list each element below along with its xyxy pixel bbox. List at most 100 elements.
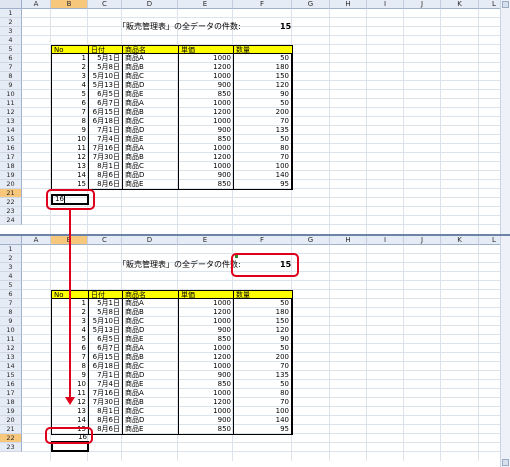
gridline <box>478 9 479 234</box>
row-header-9[interactable]: 9 <box>0 81 22 90</box>
row-header-2[interactable]: 2 <box>0 254 22 263</box>
summary-title: 「販売管理表」の全データの件数: <box>118 22 241 31</box>
row-header-9[interactable]: 9 <box>0 317 22 326</box>
column-header-b[interactable]: B <box>51 0 88 9</box>
column-header-j[interactable]: J <box>404 0 441 9</box>
row-header-22[interactable]: 22 <box>0 198 22 207</box>
row-header-12[interactable]: 12 <box>0 344 22 353</box>
row-header-18[interactable]: 18 <box>0 398 22 407</box>
vertical-scrollbar-top[interactable] <box>500 0 510 234</box>
column-header-c[interactable]: C <box>88 236 122 245</box>
gridline <box>403 9 404 234</box>
select-all-corner[interactable] <box>0 0 22 9</box>
arrow-head-icon <box>65 397 75 405</box>
gridline <box>22 451 500 452</box>
gridline <box>366 245 367 461</box>
annotation-arrow <box>69 210 71 398</box>
row-header-3[interactable]: 3 <box>0 263 22 272</box>
row-header-19[interactable]: 19 <box>0 407 22 416</box>
row-header-15[interactable]: 15 <box>0 135 22 144</box>
top-pane: ABCDEFGHIJKL 1 2 3 4 5 6 7 8 9 10 11 12 13 14 15 16 17 18… <box>0 0 510 234</box>
row-header-14[interactable]: 14 <box>0 126 22 135</box>
column-header-a[interactable]: A <box>22 236 51 245</box>
column-header-f[interactable]: F <box>233 0 292 9</box>
column-header-k[interactable]: K <box>441 236 479 245</box>
row-header-7[interactable]: 7 <box>0 299 22 308</box>
row-header-21[interactable]: 21 <box>0 189 22 198</box>
column-header-d[interactable]: D <box>122 236 178 245</box>
column-header-d[interactable]: D <box>122 0 178 9</box>
column-header-g[interactable]: G <box>292 236 330 245</box>
gridline <box>329 245 330 461</box>
row-header-6[interactable]: 6 <box>0 54 22 63</box>
row-header-3[interactable]: 3 <box>0 27 22 36</box>
row-header-22[interactable]: 22 <box>0 434 22 443</box>
row-header-13[interactable]: 13 <box>0 117 22 126</box>
row-header-4[interactable]: 4 <box>0 36 22 45</box>
row-header-7[interactable]: 7 <box>0 63 22 72</box>
scroll-up-icon[interactable] <box>502 1 509 8</box>
bottom-pane: ABCDEFGHIJKL 123456789101112131415161718… <box>0 236 510 467</box>
row-header-4[interactable]: 4 <box>0 272 22 281</box>
annotation-input-highlight <box>46 189 95 210</box>
row-header-11[interactable]: 11 <box>0 99 22 108</box>
row-header-18[interactable]: 18 <box>0 162 22 171</box>
row-header-10[interactable]: 10 <box>0 90 22 99</box>
row-header-2[interactable]: 2 <box>0 18 22 27</box>
gridline <box>22 280 500 281</box>
gridline <box>22 442 500 443</box>
row-header-5[interactable]: 5 <box>0 45 22 54</box>
row-header-11[interactable]: 11 <box>0 335 22 344</box>
row-header-17[interactable]: 17 <box>0 389 22 398</box>
gridline <box>478 245 479 461</box>
vertical-scrollbar-bottom[interactable] <box>500 236 510 467</box>
column-header-f[interactable]: F <box>233 236 292 245</box>
column-header-g[interactable]: G <box>292 0 330 9</box>
column-header-e[interactable]: E <box>178 0 233 9</box>
row-header-15[interactable]: 15 <box>0 371 22 380</box>
row-header-16[interactable]: 16 <box>0 380 22 389</box>
column-header-h[interactable]: H <box>330 0 367 9</box>
column-header-c[interactable]: C <box>88 0 122 9</box>
column-header-j[interactable]: J <box>404 236 441 245</box>
row-header-8[interactable]: 8 <box>0 72 22 81</box>
row-header-1[interactable]: 1 <box>0 245 22 254</box>
row-header-21[interactable]: 21 <box>0 425 22 434</box>
row-header-6[interactable]: 6 <box>0 290 22 299</box>
table-outline <box>51 45 293 190</box>
gridline <box>440 9 441 234</box>
select-all-corner-bottom[interactable] <box>0 236 22 245</box>
column-header-i[interactable]: I <box>367 0 404 9</box>
row-header-10[interactable]: 10 <box>0 326 22 335</box>
row-header-23[interactable]: 23 <box>0 207 22 216</box>
gridline <box>440 245 441 461</box>
row-header-19[interactable]: 19 <box>0 171 22 180</box>
column-header-e[interactable]: E <box>178 236 233 245</box>
row-header-13[interactable]: 13 <box>0 353 22 362</box>
gridline <box>22 35 500 36</box>
row-header-16[interactable]: 16 <box>0 144 22 153</box>
row-header-8[interactable]: 8 <box>0 308 22 317</box>
gridline <box>22 26 500 27</box>
gridline <box>403 245 404 461</box>
row-header-1[interactable]: 1 <box>0 9 22 18</box>
gridline <box>329 9 330 234</box>
gridline <box>22 215 500 216</box>
row-header-24[interactable]: 24 <box>0 216 22 225</box>
row-header-5[interactable]: 5 <box>0 281 22 290</box>
row-header-20[interactable]: 20 <box>0 180 22 189</box>
column-header-h[interactable]: H <box>330 236 367 245</box>
gridline <box>22 17 500 18</box>
row-header-23[interactable]: 23 <box>0 443 22 452</box>
row-header-17[interactable]: 17 <box>0 153 22 162</box>
gridline <box>22 224 500 225</box>
row-header-12[interactable]: 12 <box>0 108 22 117</box>
column-header-a[interactable]: A <box>22 0 51 9</box>
column-header-k[interactable]: K <box>441 0 479 9</box>
scroll-down-icon[interactable] <box>502 459 509 466</box>
annotation-count-highlight <box>231 253 299 277</box>
row-header-20[interactable]: 20 <box>0 416 22 425</box>
column-header-i[interactable]: I <box>367 236 404 245</box>
row-header-14[interactable]: 14 <box>0 362 22 371</box>
summary-title-bottom: 「販売管理表」の全データの件数: <box>118 260 241 269</box>
